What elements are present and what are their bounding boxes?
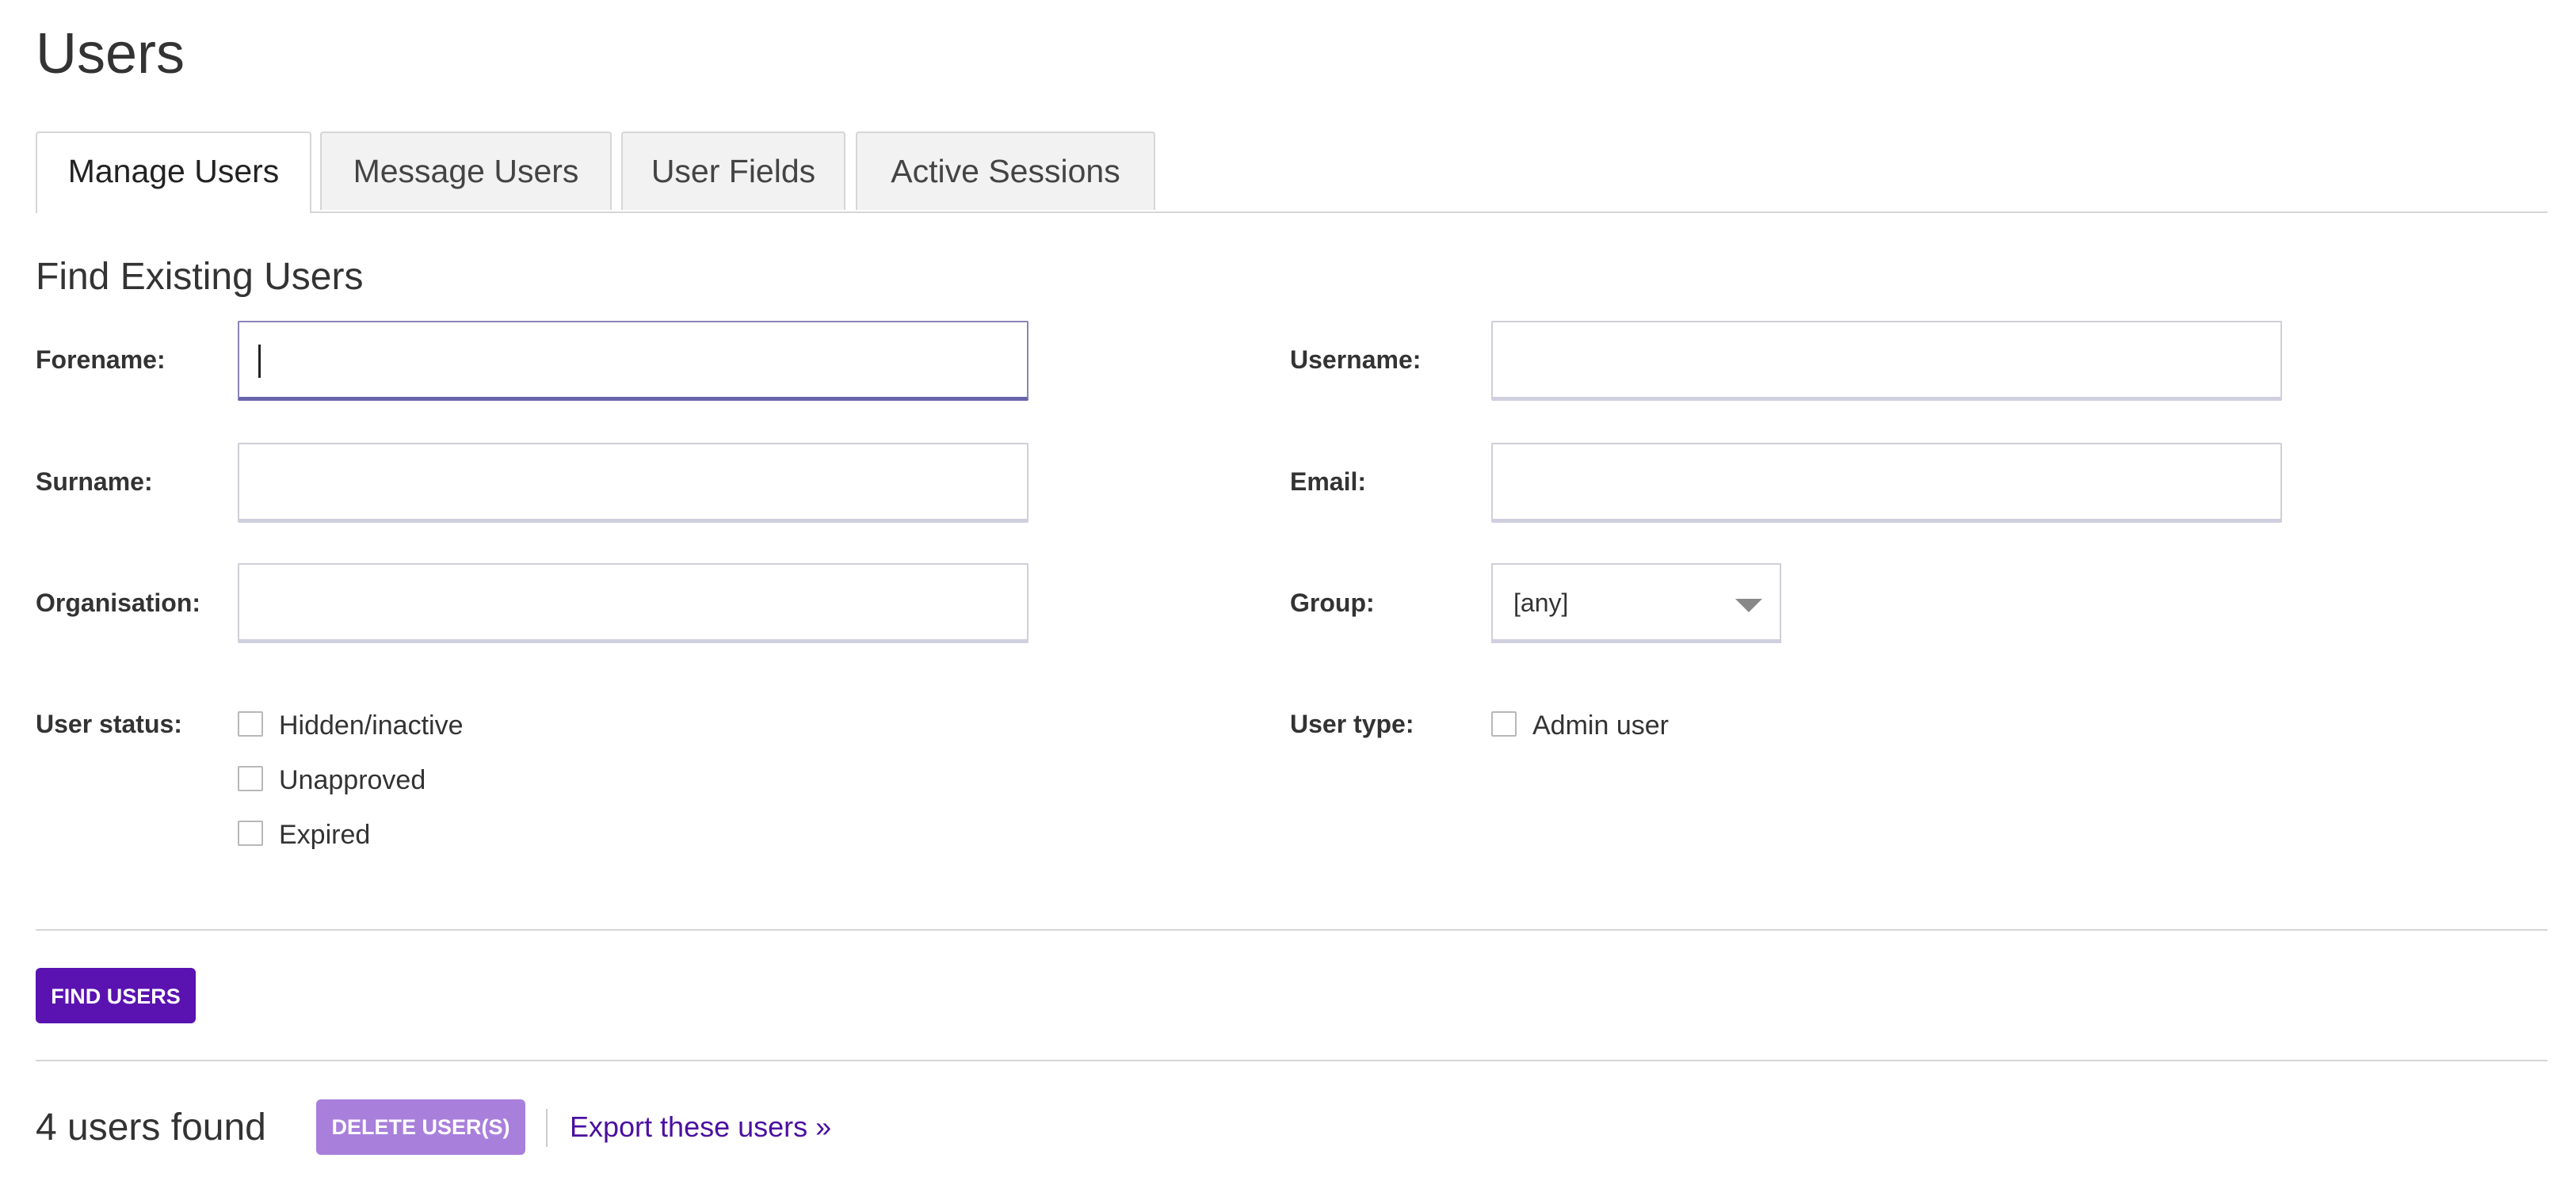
forename-label: Forename: — [36, 345, 166, 374]
checkbox-label: Unapproved — [279, 765, 426, 795]
checkbox-box[interactable] — [1491, 711, 1517, 737]
divider — [36, 929, 2547, 931]
group-selected-value: [any] — [1513, 588, 1569, 617]
forename-input[interactable] — [238, 321, 1028, 401]
checkbox-label: Expired — [279, 820, 371, 850]
chevron-down-icon — [1735, 599, 1762, 612]
export-users-link[interactable]: Export these users » — [570, 1109, 831, 1145]
surname-input[interactable] — [238, 443, 1028, 523]
user-status-label: User status: — [36, 710, 182, 738]
delete-users-button[interactable]: DELETE USER(S) — [316, 1099, 525, 1155]
organisation-input[interactable] — [238, 563, 1028, 643]
checkbox-unapproved[interactable]: Unapproved — [238, 764, 460, 796]
checkbox-admin-user[interactable]: Admin user — [1491, 710, 1697, 741]
user-type-label: User type: — [1290, 710, 1414, 738]
group-select[interactable]: [any] — [1491, 563, 1781, 643]
checkbox-expired[interactable]: Expired — [238, 819, 428, 851]
organisation-label: Organisation: — [36, 588, 201, 617]
checkbox-box[interactable] — [238, 711, 263, 737]
surname-label: Surname: — [36, 467, 153, 496]
find-users-heading: Find Existing Users — [36, 256, 364, 298]
username-label: Username: — [1290, 345, 1422, 374]
tab-bar: Manage Users Message Users User Fields A… — [36, 131, 2547, 213]
text-caret — [258, 345, 261, 378]
email-input[interactable] — [1491, 443, 2282, 523]
checkbox-label: Admin user — [1532, 710, 1669, 741]
tab-manage-users[interactable]: Manage Users — [36, 131, 311, 213]
checkbox-label: Hidden/inactive — [279, 710, 464, 741]
checkbox-box[interactable] — [238, 821, 263, 846]
tab-user-fields[interactable]: User Fields — [621, 131, 845, 210]
page-title: Users — [36, 22, 185, 86]
checkbox-hidden-inactive[interactable]: Hidden/inactive — [238, 710, 491, 741]
email-label: Email: — [1290, 467, 1367, 496]
group-label: Group: — [1290, 588, 1375, 617]
username-input[interactable] — [1491, 321, 2282, 401]
vertical-separator — [546, 1109, 548, 1147]
tab-active-sessions[interactable]: Active Sessions — [856, 131, 1155, 210]
checkbox-box[interactable] — [238, 766, 263, 791]
divider — [36, 1060, 2547, 1061]
find-users-button[interactable]: FIND USERS — [36, 968, 196, 1023]
tab-message-users[interactable]: Message Users — [320, 131, 612, 210]
results-count: 4 users found — [36, 1107, 266, 1148]
users-page: Users Manage Users Message Users User Fi… — [0, 0, 2576, 1177]
